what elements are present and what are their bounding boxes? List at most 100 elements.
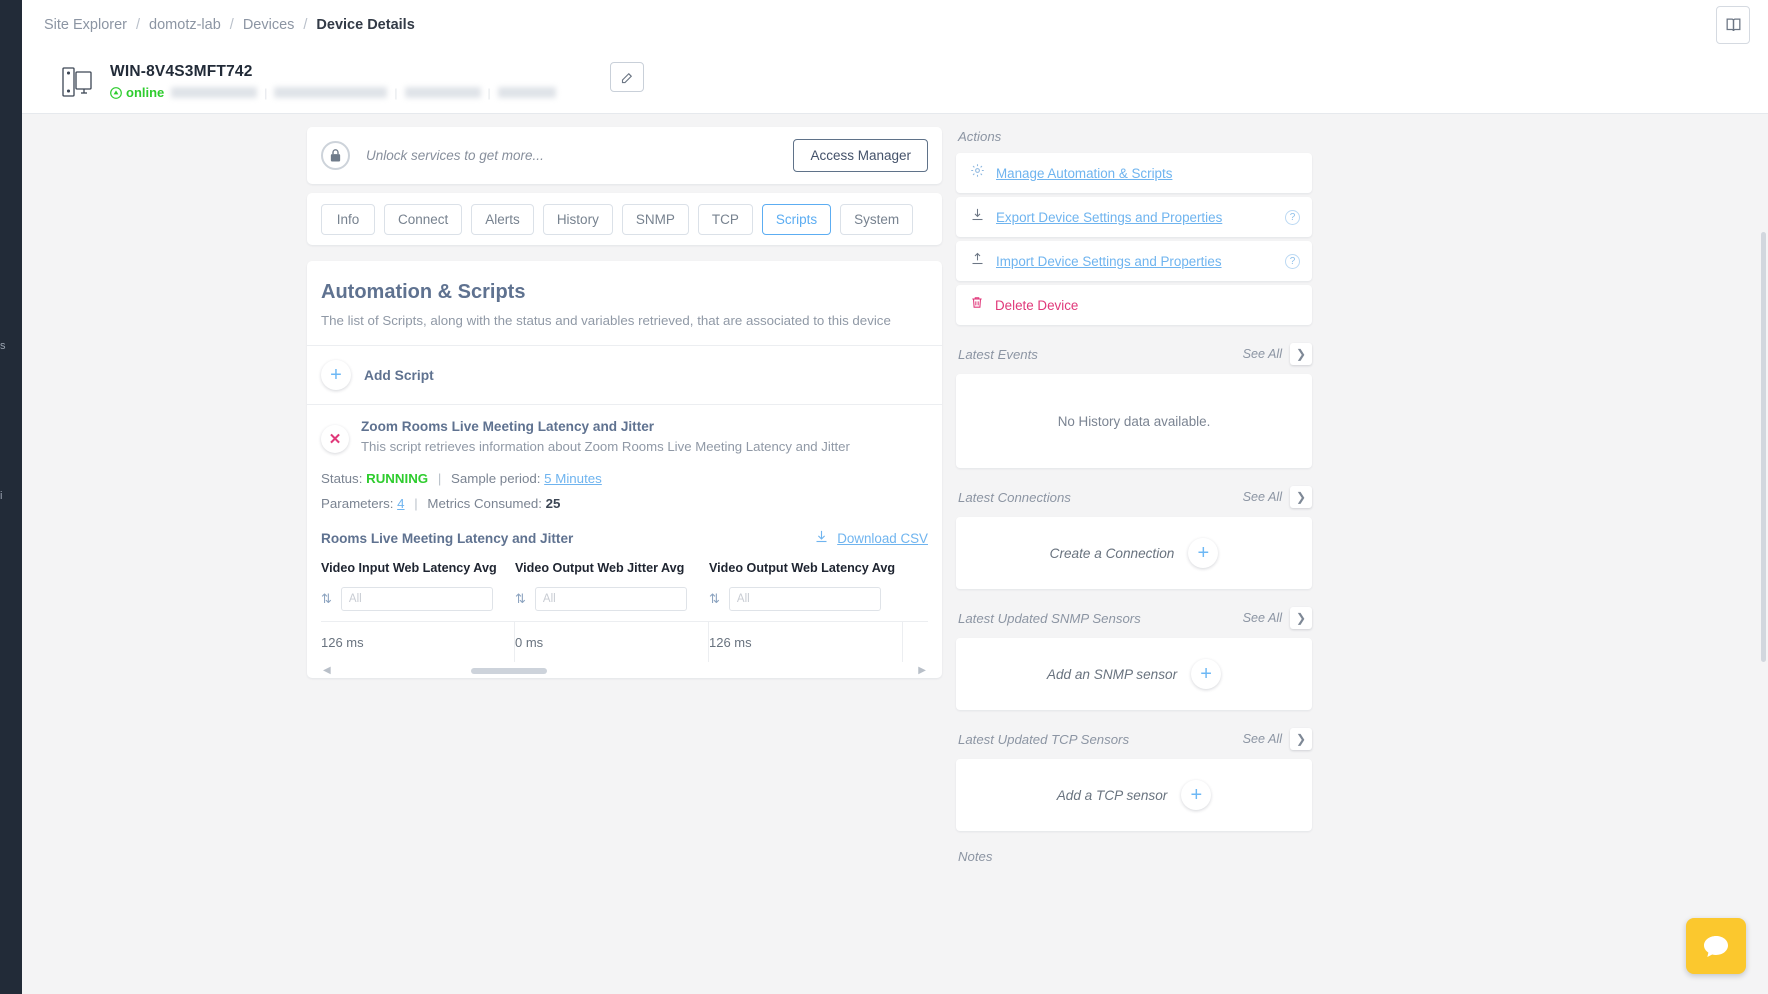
plus-icon[interactable]: + bbox=[1188, 538, 1218, 568]
action-export-device-settings[interactable]: Export Device Settings and Properties ? bbox=[956, 197, 1312, 237]
page-scrollbar[interactable] bbox=[1761, 232, 1766, 972]
up-arrow-circle-icon bbox=[110, 87, 122, 99]
table-horizontal-scrollbar[interactable]: ◀ ▶ bbox=[321, 664, 928, 678]
chevron-right-icon[interactable]: ❯ bbox=[1290, 486, 1312, 508]
tab-tcp[interactable]: TCP bbox=[698, 204, 753, 235]
upload-icon bbox=[970, 251, 985, 271]
scrollbar-thumb[interactable] bbox=[471, 668, 547, 674]
see-all-connections[interactable]: See All ❯ bbox=[1243, 486, 1312, 508]
add-script-row[interactable]: + Add Script bbox=[307, 346, 942, 405]
action-delete-device[interactable]: Delete Device bbox=[956, 285, 1312, 325]
left-nav-rail[interactable]: s i bbox=[0, 0, 22, 994]
breadcrumb-separator: / bbox=[136, 17, 140, 33]
redacted-separator: | bbox=[264, 86, 267, 100]
tab-snmp[interactable]: SNMP bbox=[622, 204, 689, 235]
help-icon[interactable]: ? bbox=[1285, 210, 1300, 225]
chevron-right-icon[interactable]: ❯ bbox=[1290, 607, 1312, 629]
action-label: Delete Device bbox=[995, 298, 1078, 313]
sort-updown-icon[interactable]: ⇅ bbox=[321, 591, 332, 607]
metrics-table: Video Input Web Latency Avg Video Output… bbox=[321, 561, 928, 678]
device-header: WIN-8V4S3MFT742 online | | | bbox=[22, 50, 1768, 114]
breadcrumb-item-domotz-lab[interactable]: domotz-lab bbox=[149, 17, 221, 33]
latest-connections-panel: Create a Connection + bbox=[956, 517, 1312, 589]
filter-cell: ⇅ bbox=[321, 587, 515, 611]
help-icon[interactable]: ? bbox=[1285, 254, 1300, 269]
book-icon[interactable] bbox=[1716, 6, 1750, 44]
page-title: Automation & Scripts bbox=[321, 281, 928, 304]
lock-icon bbox=[321, 141, 350, 170]
see-all-tcp[interactable]: See All ❯ bbox=[1243, 728, 1312, 750]
download-csv-link[interactable]: Download CSV bbox=[814, 529, 928, 547]
redacted-separator: | bbox=[394, 86, 397, 100]
rail-ghost-item-2: i bbox=[0, 490, 2, 502]
plus-icon[interactable]: + bbox=[1191, 659, 1221, 689]
plus-icon[interactable]: + bbox=[321, 360, 351, 390]
sort-updown-icon[interactable]: ⇅ bbox=[515, 591, 526, 607]
filter-cell: ⇅ bbox=[709, 587, 903, 611]
x-icon[interactable]: ✕ bbox=[321, 425, 349, 453]
cta-label: Add an SNMP sensor bbox=[1047, 667, 1177, 682]
sample-period-label: Sample period: bbox=[451, 471, 540, 486]
chevron-right-icon[interactable]: ❯ bbox=[1290, 728, 1312, 750]
redacted-vendor bbox=[498, 87, 556, 98]
filter-input-video-output-web-jitter-avg[interactable] bbox=[535, 587, 687, 611]
table-cell: 126 ms bbox=[709, 622, 903, 662]
tab-system[interactable]: System bbox=[840, 204, 913, 235]
pencil-icon[interactable] bbox=[610, 62, 644, 92]
filter-input-video-input-web-latency-avg[interactable] bbox=[341, 587, 493, 611]
cta-label: Add a TCP sensor bbox=[1057, 788, 1168, 803]
script-name[interactable]: Zoom Rooms Live Meeting Latency and Jitt… bbox=[361, 419, 850, 434]
status-badge: online bbox=[110, 85, 164, 100]
plus-icon[interactable]: + bbox=[1181, 780, 1211, 810]
sample-period-value[interactable]: 5 Minutes bbox=[544, 471, 602, 486]
metrics-table-wrap: Rooms Live Meeting Latency and Jitter Do… bbox=[321, 529, 928, 678]
status-text: online bbox=[126, 85, 164, 100]
metrics-value: 25 bbox=[546, 496, 561, 511]
download-icon bbox=[970, 207, 985, 227]
filter-input-video-output-web-latency-avg[interactable] bbox=[729, 587, 881, 611]
chat-bubble-icon[interactable] bbox=[1686, 918, 1746, 974]
latest-tcp-header: Latest Updated TCP Sensors See All ❯ bbox=[958, 728, 1312, 750]
see-all-events[interactable]: See All ❯ bbox=[1243, 343, 1312, 365]
access-manager-button[interactable]: Access Manager bbox=[793, 139, 928, 172]
tab-scripts[interactable]: Scripts bbox=[762, 204, 831, 235]
chevron-right-icon[interactable]: ❯ bbox=[1290, 343, 1312, 365]
see-all-snmp[interactable]: See All ❯ bbox=[1243, 607, 1312, 629]
latest-tcp-panel: Add a TCP sensor + bbox=[956, 759, 1312, 831]
empty-state-text: No History data available. bbox=[1058, 414, 1211, 429]
create-connection-cta[interactable]: Create a Connection + bbox=[1050, 538, 1219, 568]
action-import-device-settings[interactable]: Import Device Settings and Properties ? bbox=[956, 241, 1312, 281]
tab-connect[interactable]: Connect bbox=[384, 204, 462, 235]
column-header: Video Input Web Latency Avg bbox=[321, 561, 515, 575]
device-status-row: online | | | bbox=[110, 85, 556, 100]
latest-events-header: Latest Events See All ❯ bbox=[958, 343, 1312, 365]
add-tcp-sensor-cta[interactable]: Add a TCP sensor + bbox=[1057, 780, 1212, 810]
tab-alerts[interactable]: Alerts bbox=[471, 204, 534, 235]
script-text-block: Zoom Rooms Live Meeting Latency and Jitt… bbox=[361, 419, 850, 454]
see-all-label: See All bbox=[1243, 490, 1282, 504]
section-label: Latest Events bbox=[958, 347, 1038, 362]
side-column: Actions Manage Automation & Scripts Expo… bbox=[942, 127, 1312, 994]
device-name: WIN-8V4S3MFT742 bbox=[110, 63, 556, 81]
page-root: Site Explorer / domotz-lab / Devices / D… bbox=[22, 0, 1768, 994]
scrollbar-thumb[interactable] bbox=[1761, 232, 1766, 662]
breadcrumb-item-site-explorer[interactable]: Site Explorer bbox=[44, 17, 127, 33]
tab-history[interactable]: History bbox=[543, 204, 613, 235]
breadcrumb-item-devices[interactable]: Devices bbox=[243, 17, 295, 33]
section-label: Latest Updated TCP Sensors bbox=[958, 732, 1129, 747]
sort-updown-icon[interactable]: ⇅ bbox=[709, 591, 720, 607]
action-manage-automation-scripts[interactable]: Manage Automation & Scripts bbox=[956, 153, 1312, 193]
actions-section-label: Actions bbox=[958, 129, 1312, 144]
see-all-label: See All bbox=[1243, 611, 1282, 625]
column-header: Video Output Web Latency Avg bbox=[709, 561, 903, 575]
breadcrumb-separator: / bbox=[230, 17, 234, 33]
status-value: RUNNING bbox=[366, 471, 428, 486]
metrics-label: Metrics Consumed: bbox=[427, 496, 542, 511]
tab-info[interactable]: Info bbox=[321, 204, 375, 235]
desktop-computer-icon bbox=[60, 62, 94, 102]
add-snmp-sensor-cta[interactable]: Add an SNMP sensor + bbox=[1047, 659, 1221, 689]
scroll-right-arrow-icon[interactable]: ▶ bbox=[918, 665, 926, 676]
parameters-value[interactable]: 4 bbox=[397, 496, 404, 511]
scroll-left-arrow-icon[interactable]: ◀ bbox=[323, 665, 331, 676]
breadcrumb-separator: / bbox=[303, 17, 307, 33]
